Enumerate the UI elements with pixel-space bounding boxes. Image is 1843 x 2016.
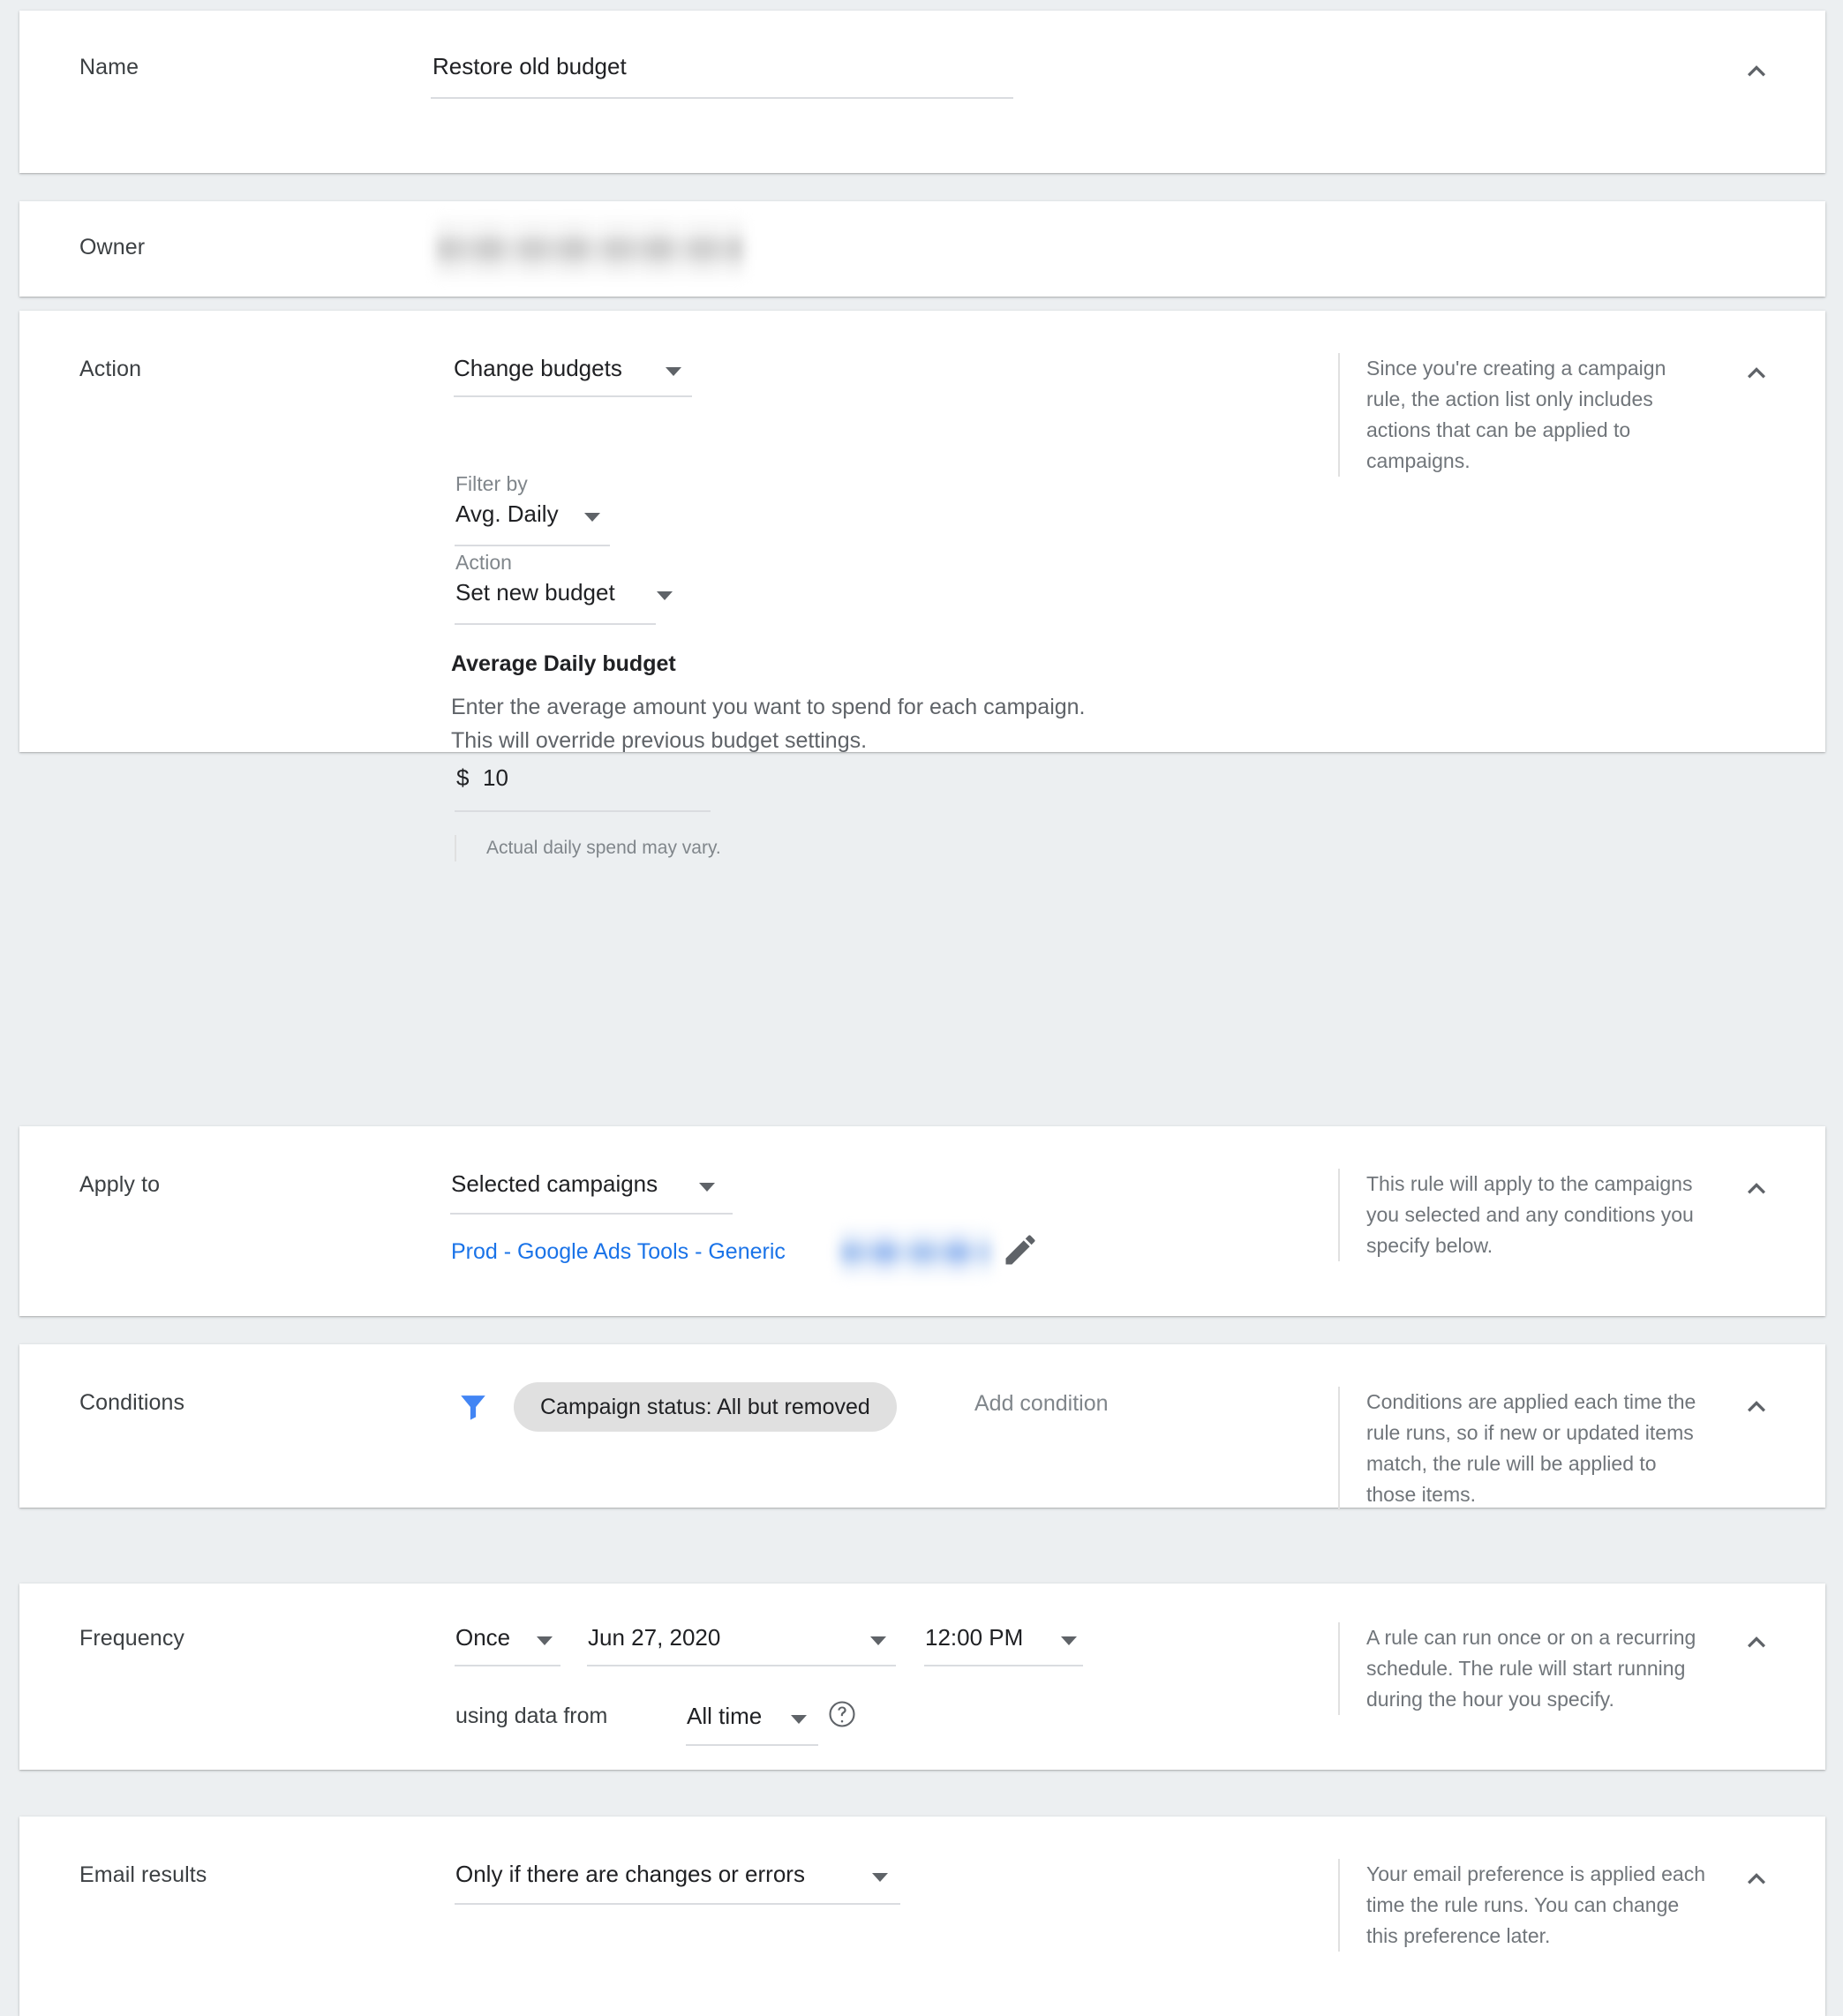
- frequency-help-text: A rule can run once or on a recurring sc…: [1338, 1622, 1709, 1715]
- action-select-value[interactable]: Change budgets: [454, 355, 622, 382]
- rule-name-input[interactable]: Restore old budget: [433, 53, 627, 80]
- frequency-time-select-value[interactable]: 12:00 PM: [925, 1624, 1023, 1651]
- frequency-data-range-select-value[interactable]: All time: [687, 1703, 762, 1730]
- frequency-date-select-value[interactable]: Jun 27, 2020: [588, 1624, 720, 1651]
- filter-by-label: Filter by: [455, 472, 528, 495]
- inner-action-select-value[interactable]: Set new budget: [455, 579, 615, 606]
- conditions-collapse-chevron-up-icon[interactable]: [1739, 1388, 1774, 1424]
- frequency-data-range-underline: [686, 1744, 818, 1746]
- selected-campaign-redacted: [840, 1230, 990, 1275]
- email-results-help-text: Your email preference is applied each ti…: [1338, 1859, 1709, 1952]
- filter-by-chevron-down-icon[interactable]: [584, 513, 600, 522]
- inner-action-chevron-down-icon[interactable]: [657, 591, 673, 600]
- budget-description-line-2: This will override previous budget setti…: [451, 728, 868, 753]
- owner-label: Owner: [79, 235, 146, 260]
- question-mark-circle-icon[interactable]: [826, 1698, 858, 1730]
- action-card: Action Change budgets Filter by Avg. Dai…: [19, 311, 1825, 861]
- add-condition-button[interactable]: Add condition: [974, 1391, 1109, 1417]
- email-results-chevron-down-icon[interactable]: [872, 1873, 888, 1882]
- filter-by-select-value[interactable]: Avg. Daily: [455, 500, 559, 528]
- budget-currency-symbol: $: [456, 764, 470, 791]
- email-results-collapse-chevron-up-icon[interactable]: [1739, 1861, 1774, 1896]
- frequency-repeat-chevron-down-icon[interactable]: [537, 1636, 553, 1645]
- email-results-underline: [455, 1903, 900, 1905]
- selected-campaign-link[interactable]: Prod - Google Ads Tools - Generic: [451, 1239, 786, 1265]
- apply-to-underline: [450, 1213, 733, 1215]
- apply-to-help-text: This rule will apply to the campaigns yo…: [1338, 1169, 1709, 1261]
- inner-action-underline: [455, 623, 656, 625]
- action-select-chevron-down-icon[interactable]: [666, 367, 681, 376]
- frequency-repeat-underline: [455, 1665, 560, 1666]
- condition-chip-campaign-status[interactable]: Campaign status: All but removed: [514, 1382, 897, 1432]
- filter-funnel-icon: [454, 1388, 493, 1426]
- apply-to-card: Apply to Selected campaigns Prod - Googl…: [19, 1126, 1825, 1316]
- owner-card: Owner: [19, 201, 1825, 297]
- average-daily-budget-heading: Average Daily budget: [451, 651, 676, 676]
- email-results-select-value[interactable]: Only if there are changes or errors: [455, 1861, 805, 1888]
- action-select-underline: [454, 395, 692, 397]
- action-help-text: Since you're creating a campaign rule, t…: [1338, 353, 1709, 477]
- apply-to-collapse-chevron-up-icon[interactable]: [1739, 1170, 1774, 1206]
- apply-to-chevron-down-icon[interactable]: [699, 1183, 715, 1192]
- budget-amount-underline: [455, 810, 711, 812]
- filter-by-underline: [455, 545, 610, 546]
- owner-value-redacted: [436, 221, 743, 275]
- conditions-label: Conditions: [79, 1390, 185, 1415]
- budget-amount-input[interactable]: 10: [483, 764, 508, 792]
- edit-campaign-pencil-icon[interactable]: [1001, 1230, 1040, 1269]
- frequency-repeat-select-value[interactable]: Once: [455, 1624, 510, 1651]
- frequency-date-underline: [587, 1665, 896, 1666]
- frequency-card: Frequency Once Jun 27, 2020 12:00 PM usi…: [19, 1583, 1825, 1770]
- apply-to-label: Apply to: [79, 1172, 161, 1197]
- conditions-help-text: Conditions are applied each time the rul…: [1338, 1387, 1709, 1510]
- budget-footnote: Actual daily spend may vary.: [455, 835, 896, 861]
- budget-description-line-1: Enter the average amount you want to spe…: [451, 695, 1086, 719]
- name-collapse-chevron-up-icon[interactable]: [1739, 53, 1774, 88]
- inner-action-label: Action: [455, 551, 512, 574]
- frequency-date-chevron-down-icon[interactable]: [870, 1636, 886, 1645]
- using-data-from-label: using data from: [455, 1704, 608, 1728]
- conditions-card: Conditions Campaign status: All but remo…: [19, 1344, 1825, 1510]
- rule-name-underline: [431, 97, 1013, 99]
- rule-editor-page: Name Restore old budget Owner Action Cha…: [0, 0, 1843, 2016]
- frequency-data-range-chevron-down-icon[interactable]: [791, 1715, 807, 1724]
- name-label: Name: [79, 55, 139, 79]
- action-label: Action: [79, 357, 142, 381]
- frequency-collapse-chevron-up-icon[interactable]: [1739, 1624, 1774, 1659]
- email-results-label: Email results: [79, 1862, 207, 1887]
- apply-to-select-value[interactable]: Selected campaigns: [451, 1170, 658, 1198]
- frequency-time-underline: [924, 1665, 1083, 1666]
- name-card: Name Restore old budget: [19, 11, 1825, 173]
- frequency-time-chevron-down-icon[interactable]: [1061, 1636, 1077, 1645]
- frequency-label: Frequency: [79, 1626, 185, 1651]
- email-results-card: Email results Only if there are changes …: [19, 1817, 1825, 2016]
- action-collapse-chevron-up-icon[interactable]: [1739, 355, 1774, 390]
